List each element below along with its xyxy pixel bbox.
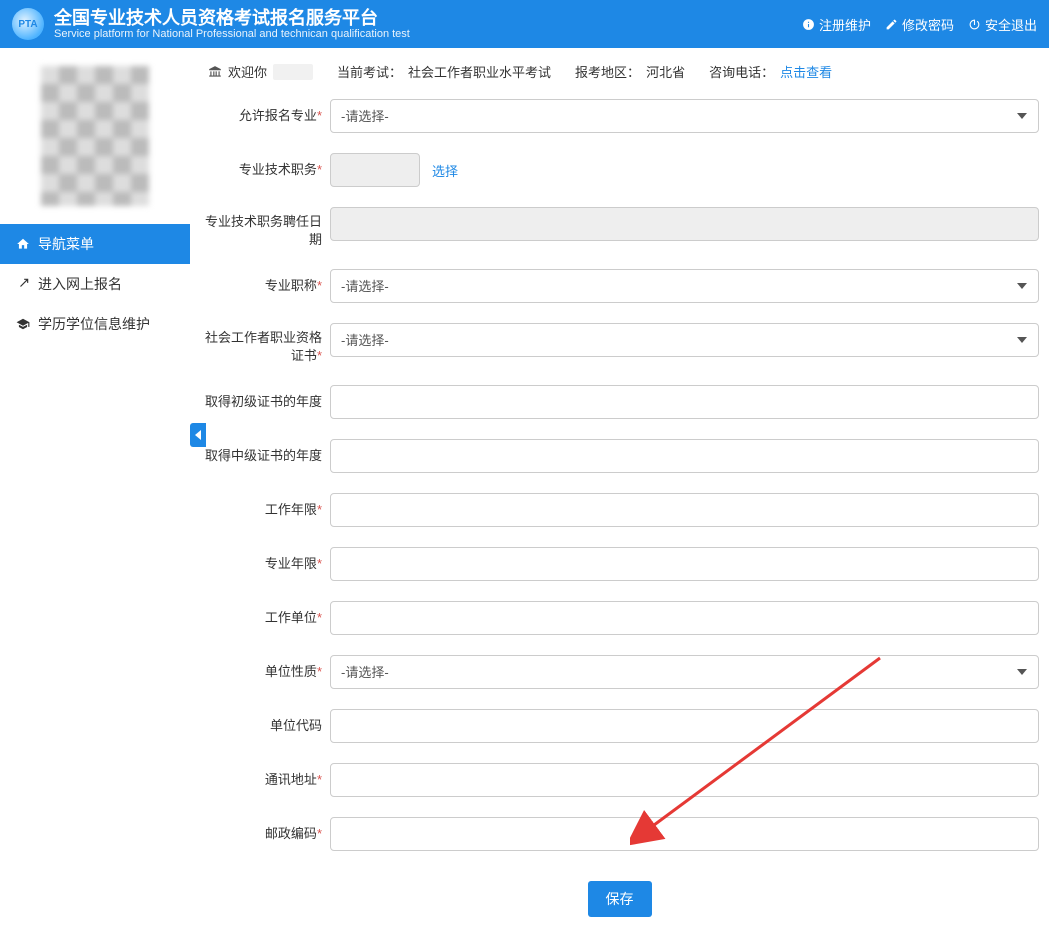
main-content: 欢迎你 当前考试： 社会工作者职业水平考试 报考地区： 河北省 咨询电话： 点击… (190, 48, 1049, 937)
power-icon (968, 18, 981, 31)
major-years-label: 专业年限 (265, 556, 317, 571)
unit-code-label: 单位代码 (270, 718, 322, 733)
allowed-major-label: 允许报名专业 (239, 108, 317, 123)
sidebar-item-nav-menu[interactable]: 导航菜单 (0, 224, 190, 264)
current-exam-value: 社会工作者职业水平考试 (408, 62, 551, 81)
allowed-major-select[interactable]: -请选择- (330, 99, 1039, 133)
avatar (41, 66, 149, 206)
save-button[interactable]: 保存 (588, 881, 652, 917)
header-subtitle: Service platform for National Profession… (54, 28, 802, 40)
unit-nature-label: 单位性质 (265, 664, 317, 679)
prof-title-select[interactable]: -请选择- (330, 269, 1039, 303)
edit-icon (885, 18, 898, 31)
institution-icon (208, 65, 222, 79)
primary-cert-year-input[interactable] (330, 385, 1039, 419)
header-title: 全国专业技术人员资格考试报名服务平台 (54, 8, 802, 28)
work-unit-input[interactable] (330, 601, 1039, 635)
sidebar-item-label: 学历学位信息维护 (38, 314, 150, 334)
welcome-label: 欢迎你 (228, 62, 267, 81)
address-label: 通讯地址 (265, 772, 317, 787)
prof-tech-post-date-input (330, 207, 1039, 241)
unit-nature-select[interactable]: -请选择- (330, 655, 1039, 689)
change-password-link[interactable]: 修改密码 (885, 15, 954, 34)
sw-cert-select[interactable]: -请选择- (330, 323, 1039, 357)
prof-tech-post-input (330, 153, 420, 187)
work-years-input[interactable] (330, 493, 1039, 527)
region-label: 报考地区： (575, 62, 640, 81)
sidebar-collapse-handle[interactable] (190, 423, 206, 447)
postal-input[interactable] (330, 817, 1039, 851)
prof-tech-post-date-label: 专业技术职务聘任日期 (205, 214, 322, 247)
top-header: PTA 全国专业技术人员资格考试报名服务平台 Service platform … (0, 0, 1049, 48)
sidebar-item-label: 进入网上报名 (38, 274, 122, 294)
sidebar-item-edu-maint[interactable]: 学历学位信息维护 (0, 304, 190, 344)
prof-title-label: 专业职称 (265, 278, 317, 293)
sidebar-item-label: 导航菜单 (38, 234, 94, 254)
major-years-input[interactable] (330, 547, 1039, 581)
home-icon (16, 237, 30, 251)
header-title-block: 全国专业技术人员资格考试报名服务平台 Service platform for … (54, 8, 802, 40)
unit-code-input[interactable] (330, 709, 1039, 743)
postal-label: 邮政编码 (265, 826, 317, 841)
info-bar: 欢迎你 当前考试： 社会工作者职业水平考试 报考地区： 河北省 咨询电话： 点击… (200, 48, 1039, 99)
header-actions: 注册维护 修改密码 安全退出 (802, 15, 1037, 34)
sidebar: 导航菜单 进入网上报名 学历学位信息维护 (0, 48, 190, 937)
mid-cert-year-label: 取得中级证书的年度 (205, 448, 322, 463)
current-exam-label: 当前考试： (337, 62, 402, 81)
address-input[interactable] (330, 763, 1039, 797)
work-unit-label: 工作单位 (265, 610, 317, 625)
mid-cert-year-input[interactable] (330, 439, 1039, 473)
primary-cert-year-label: 取得初级证书的年度 (205, 394, 322, 409)
avatar-box (0, 48, 190, 224)
share-icon (16, 277, 30, 291)
logout-link[interactable]: 安全退出 (968, 15, 1037, 34)
prof-tech-post-label: 专业技术职务 (239, 162, 317, 177)
register-maintenance-link[interactable]: 注册维护 (802, 15, 871, 34)
sidebar-item-enter-signup[interactable]: 进入网上报名 (0, 264, 190, 304)
hotline-label: 咨询电话： (709, 62, 774, 81)
region-value: 河北省 (646, 62, 685, 81)
hotline-link[interactable]: 点击查看 (780, 62, 832, 81)
prof-tech-post-select-link[interactable]: 选择 (432, 161, 458, 180)
sw-cert-label: 社会工作者职业资格证书 (205, 330, 322, 363)
site-logo: PTA (12, 8, 44, 40)
graduation-icon (16, 317, 30, 331)
info-icon (802, 18, 815, 31)
username-placeholder (273, 64, 313, 80)
work-years-label: 工作年限 (265, 502, 317, 517)
